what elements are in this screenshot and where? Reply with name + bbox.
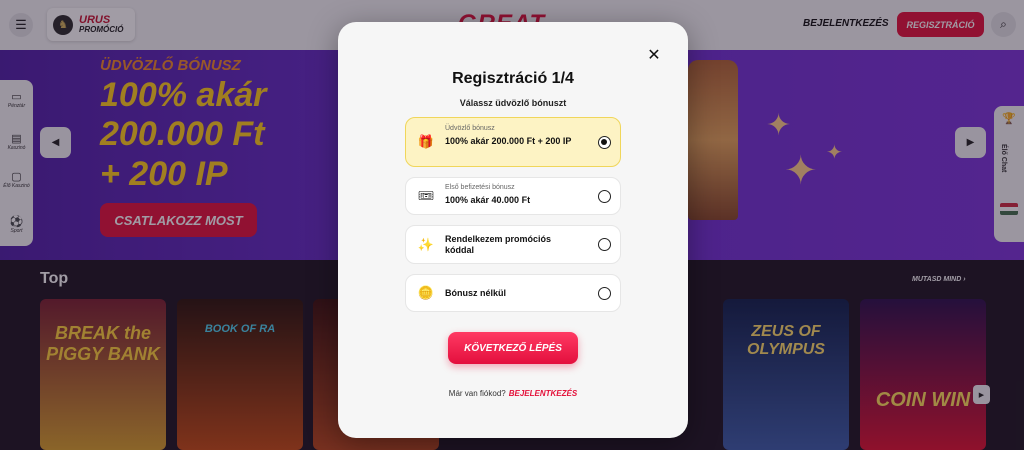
option-main-label: 100% akár 200.000 Ft + 200 IP xyxy=(445,136,572,146)
login-link[interactable]: BEJELENTKEZÉS xyxy=(509,389,577,398)
next-step-button[interactable]: KÖVETKEZŐ LÉPÉS xyxy=(448,332,578,364)
close-icon: ✕ xyxy=(647,47,661,64)
bonus-option-first-deposit[interactable]: 🎟 Első befizetési bónusz 100% akár 40.00… xyxy=(405,177,621,215)
bonus-option-promo-code[interactable]: ✨ Rendelkezem promóciós kóddal xyxy=(405,225,621,264)
option-main-label: 100% akár 40.000 Ft xyxy=(445,195,531,205)
login-prompt: Már van fiókod? BEJELENTKEZÉS xyxy=(338,389,688,398)
ticket-icon: 🎟 xyxy=(417,188,435,203)
gift-icon: 🎁 xyxy=(417,134,435,149)
option-main-label: Rendelkezem promóciós kóddal xyxy=(445,234,552,255)
radio-button[interactable] xyxy=(598,136,611,149)
bonus-option-no-bonus[interactable]: 🪙 Bónusz nélkül xyxy=(405,274,621,312)
coin-icon: 🪙 xyxy=(417,285,435,300)
modal-subtitle: Válassz üdvözlő bónuszt xyxy=(459,98,567,108)
option-small-label: Üdvözlő bónusz xyxy=(445,125,495,132)
radio-button[interactable] xyxy=(598,238,611,251)
radio-button[interactable] xyxy=(598,190,611,203)
radio-button[interactable] xyxy=(598,287,611,300)
login-prompt-text: Már van fiókod? xyxy=(448,389,506,398)
option-small-label: Első befizetési bónusz xyxy=(445,184,515,191)
modal-title: Regisztráció 1/4 xyxy=(452,70,574,87)
bonus-option-welcome[interactable]: 🎁 Üdvözlő bónusz 100% akár 200.000 Ft + … xyxy=(405,117,621,167)
close-button[interactable]: ✕ xyxy=(644,45,664,65)
registration-modal: ✕ Regisztráció 1/4 Válassz üdvözlő bónus… xyxy=(338,22,688,438)
sparkle-icon: ✨ xyxy=(417,237,435,252)
option-main-label: Bónusz nélkül xyxy=(445,288,507,298)
